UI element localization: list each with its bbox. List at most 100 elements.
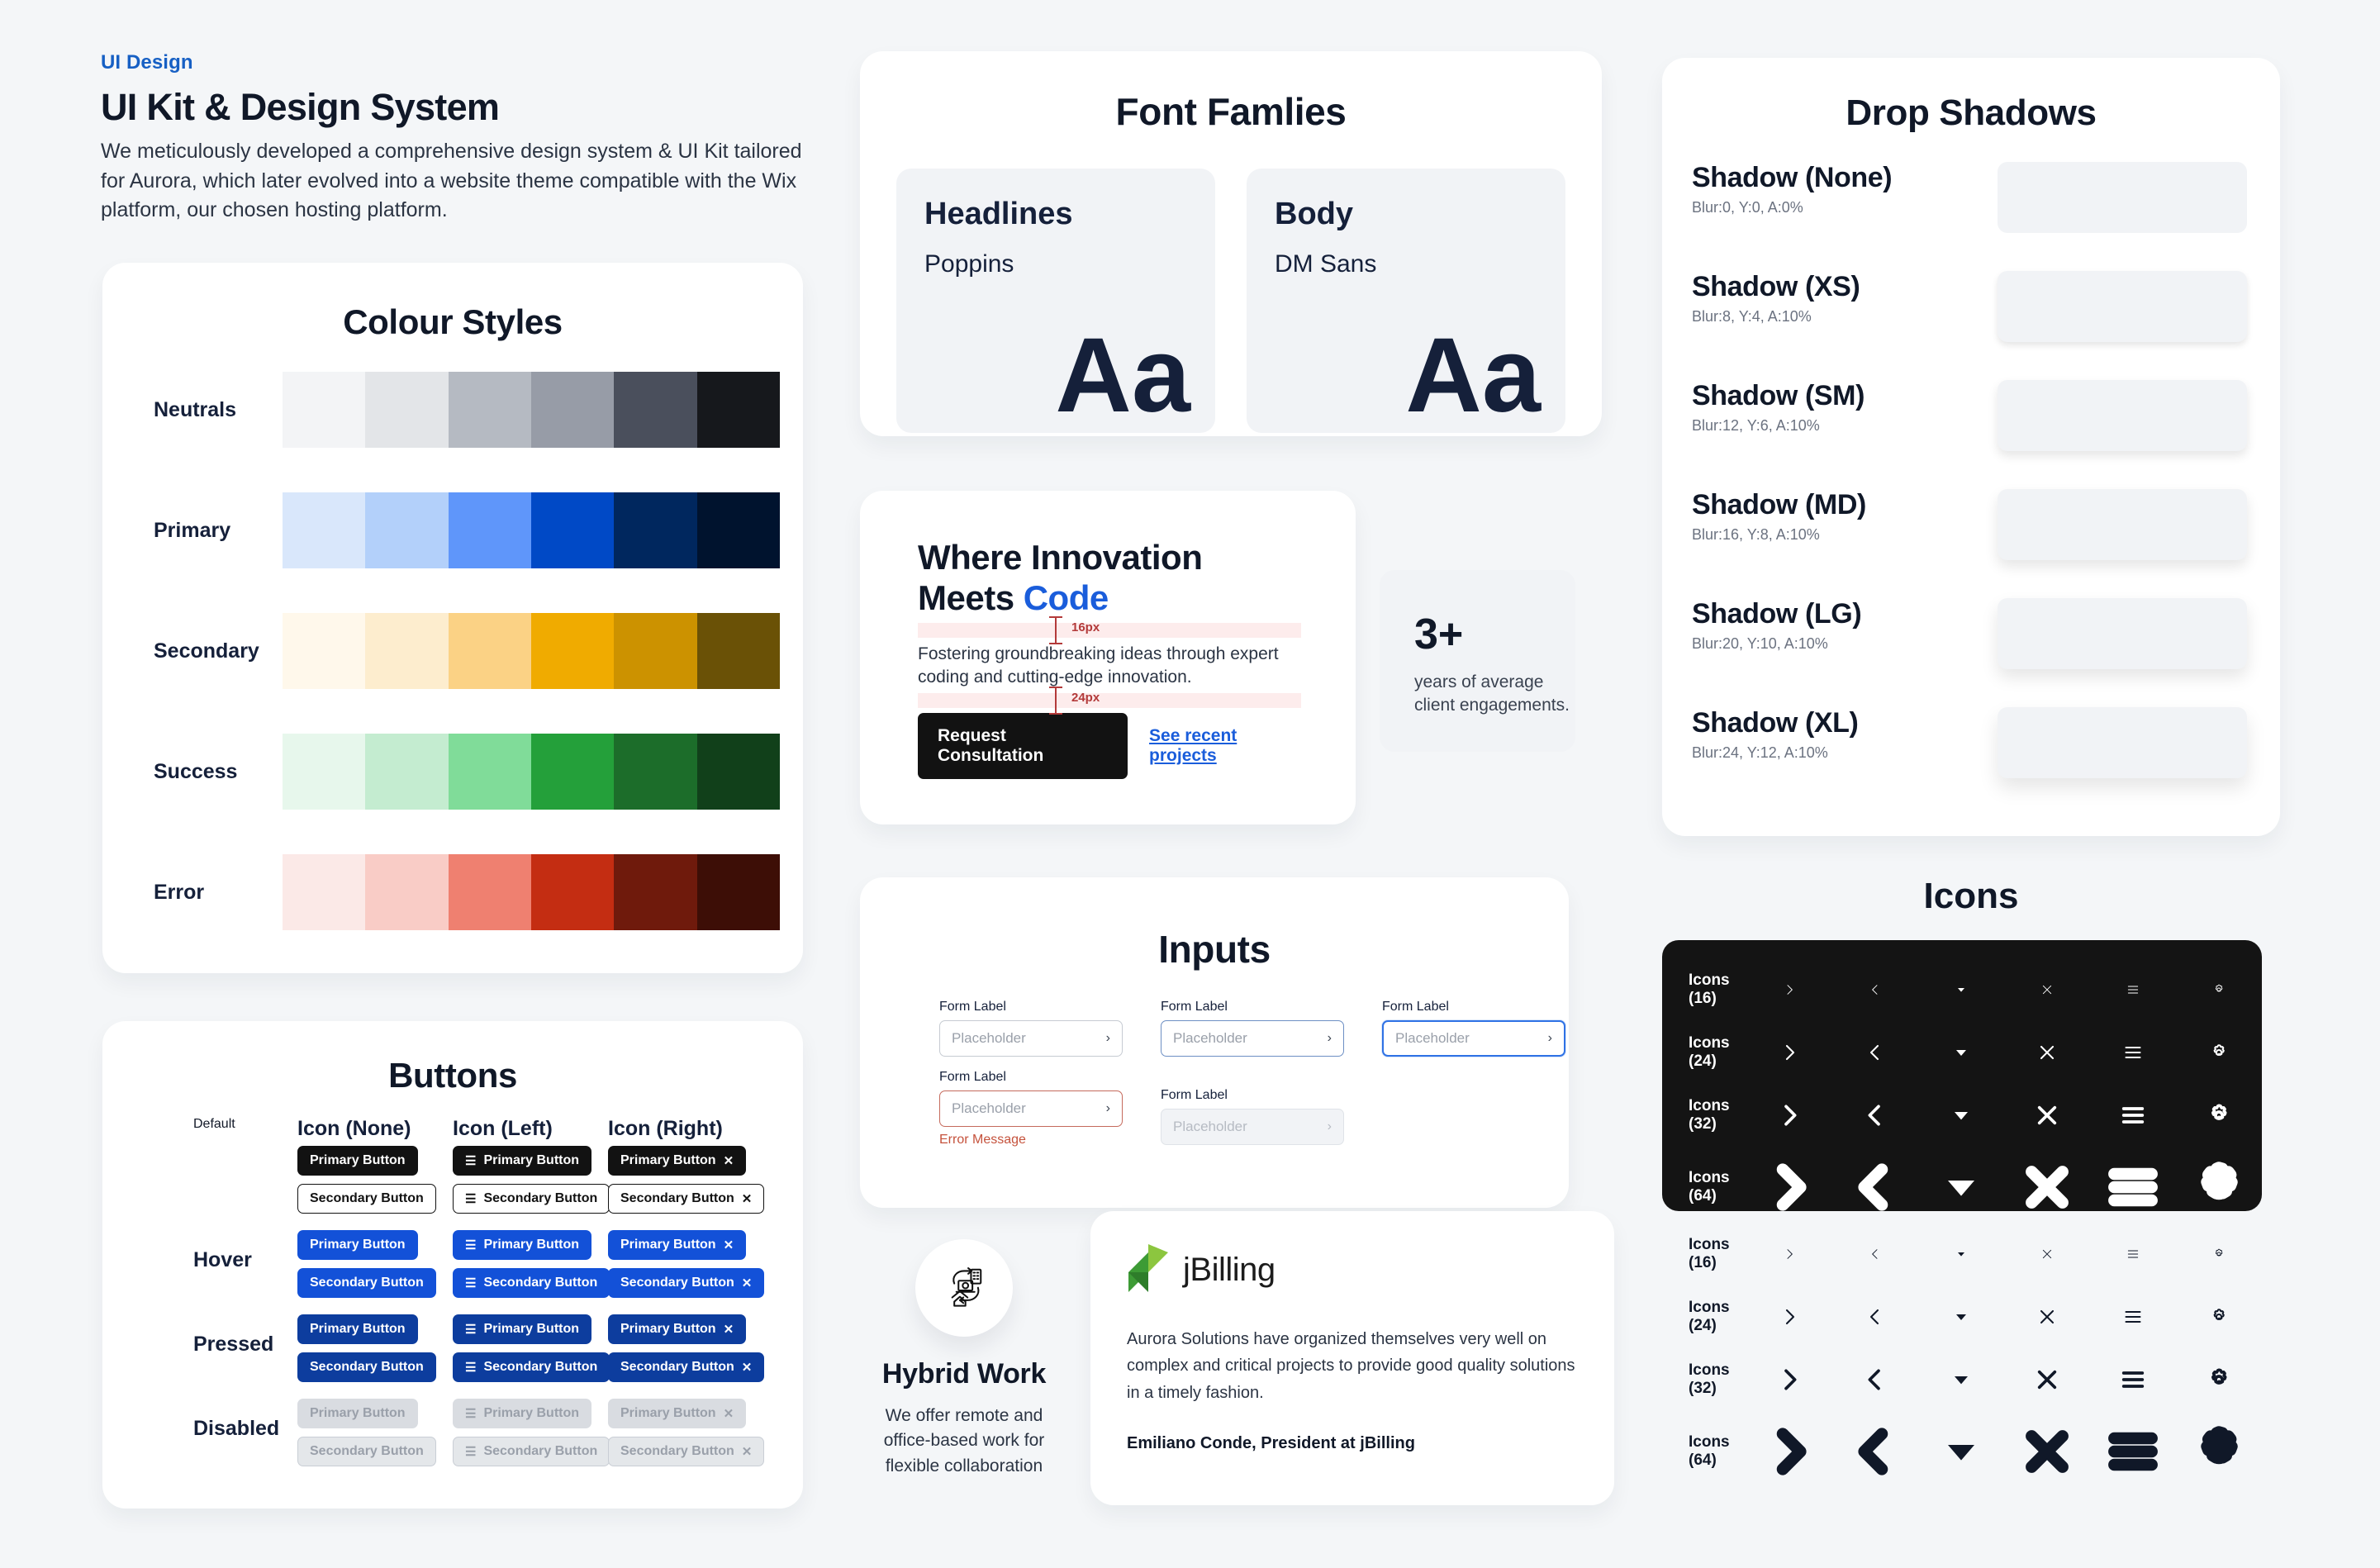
primary-button[interactable]: Primary Button [297,1146,418,1176]
chevron-right-icon: › [1327,1031,1332,1045]
primary-button[interactable]: ☰ Primary Button [453,1230,592,1260]
secondary-button[interactable]: Secondary Button ✕ [608,1352,765,1382]
secondary-button[interactable]: Secondary Button [297,1268,436,1298]
gear-icon[interactable] [2176,983,2262,996]
close-icon[interactable] [2004,1102,2090,1128]
primary-button[interactable]: Primary Button [297,1230,418,1260]
hamburger-icon[interactable] [2090,1043,2176,1062]
spacing-marker-top-label: 16px [1071,620,1100,635]
chevron-right-icon[interactable] [1746,1307,1832,1327]
caret-down-icon[interactable] [1918,983,2004,996]
gear-icon[interactable] [2176,1043,2262,1062]
secondary-button-label: Secondary Button [620,1444,734,1458]
colour-swatch [696,734,780,810]
hamburger-icon: ☰ [465,1276,477,1290]
colour-swatch [283,734,366,810]
secondary-button[interactable]: Secondary Button [297,1352,436,1382]
caret-down-icon[interactable] [1918,1366,2004,1393]
hamburger-icon[interactable] [2090,1102,2176,1128]
secondary-button: ☰ Secondary Button [453,1437,610,1466]
form-field-input[interactable]: Placeholder › [939,1090,1123,1127]
close-icon: ✕ [741,1191,753,1206]
chevron-right-icon[interactable] [1746,1102,1832,1128]
colour-swatch [365,372,449,448]
caret-down-icon[interactable] [1918,1161,2004,1214]
form-field-label: Form Label [1161,1088,1228,1102]
caret-down-icon[interactable] [1918,1043,2004,1062]
form-field-input[interactable]: Placeholder › [1382,1020,1565,1057]
close-icon[interactable] [2004,1366,2090,1393]
chevron-right-icon[interactable] [1746,1161,1832,1214]
caret-down-icon[interactable] [1918,1425,2004,1478]
drop-shadow-preview [1998,489,2247,560]
primary-button[interactable]: Primary Button ✕ [608,1230,747,1260]
primary-button[interactable]: ☰ Primary Button [453,1146,592,1176]
chevron-left-icon[interactable] [1832,1161,1918,1214]
primary-button[interactable]: Primary Button ✕ [608,1146,747,1176]
icon-size-row: Icons (24) [1662,1021,2262,1084]
icon-size-label: Icons (64) [1689,1169,1730,1205]
close-icon: ✕ [723,1406,734,1421]
testimonial-card: jBilling Aurora Solutions have organized… [1090,1211,1614,1505]
buttons-variant-column: Primary Button Secondary Button [297,1314,453,1382]
colour-swatch [283,372,366,448]
icon-size-row: Icons (64) [1662,1147,2262,1228]
close-icon[interactable] [2004,1425,2090,1478]
primary-button[interactable]: Primary Button ✕ [608,1314,747,1344]
chevron-left-icon[interactable] [1832,1102,1918,1128]
buttons-variant-column: Primary Button ✕ Secondary Button ✕ [608,1146,765,1214]
hamburger-icon[interactable] [2090,1425,2176,1478]
gear-icon[interactable] [2176,1425,2262,1478]
icon-cells [1746,1307,2262,1327]
secondary-button[interactable]: ☰ Secondary Button [453,1184,610,1214]
primary-button[interactable]: ☰ Primary Button [453,1314,592,1344]
spacing-marker-top: 16px [918,616,1301,645]
chevron-left-icon[interactable] [1832,1247,1918,1261]
form-field-input[interactable]: Placeholder › [939,1020,1123,1057]
gear-icon[interactable] [2176,1102,2262,1128]
chevron-right-icon[interactable] [1746,1043,1832,1062]
secondary-button[interactable]: ☰ Secondary Button [453,1352,610,1382]
hamburger-icon[interactable] [2090,1161,2176,1214]
caret-down-icon[interactable] [1918,1307,2004,1327]
chevron-right-icon[interactable] [1746,1425,1832,1478]
caret-down-icon[interactable] [1918,1247,2004,1261]
gear-icon[interactable] [2176,1366,2262,1393]
chevron-right-icon[interactable] [1746,983,1832,996]
hamburger-icon[interactable] [2090,1307,2176,1327]
close-icon[interactable] [2004,1043,2090,1062]
close-icon[interactable] [2004,1247,2090,1261]
chevron-left-icon[interactable] [1832,1307,1918,1327]
primary-button-label: Primary Button [483,1238,580,1252]
see-recent-projects-link[interactable]: See recent projects [1149,726,1301,766]
gear-icon[interactable] [2176,1307,2262,1327]
close-icon[interactable] [2004,1307,2090,1327]
chevron-right-icon: › [1547,1031,1552,1045]
hamburger-icon[interactable] [2090,1247,2176,1261]
hamburger-icon[interactable] [2090,983,2176,996]
chevron-left-icon[interactable] [1832,1366,1918,1393]
close-icon[interactable] [2004,983,2090,996]
secondary-button[interactable]: Secondary Button ✕ [608,1268,765,1298]
chevron-left-icon[interactable] [1832,1425,1918,1478]
secondary-button[interactable]: Secondary Button [297,1184,436,1214]
chevron-left-icon[interactable] [1832,983,1918,996]
colour-swatch [365,854,449,930]
form-field-placeholder: Placeholder [952,1100,1026,1116]
chevron-left-icon[interactable] [1832,1043,1918,1062]
chevron-right-icon[interactable] [1746,1366,1832,1393]
secondary-button[interactable]: ☰ Secondary Button [453,1268,610,1298]
request-consultation-button[interactable]: Request Consultation [918,712,1128,779]
close-icon[interactable] [2004,1161,2090,1214]
font-role-label: Body [1275,197,1353,231]
caret-down-icon[interactable] [1918,1102,2004,1128]
close-icon: ✕ [741,1360,753,1375]
gear-icon[interactable] [2176,1247,2262,1261]
gear-icon[interactable] [2176,1161,2262,1214]
hamburger-icon[interactable] [2090,1366,2176,1393]
primary-button[interactable]: Primary Button [297,1314,418,1344]
secondary-button[interactable]: Secondary Button ✕ [608,1184,765,1214]
chevron-right-icon[interactable] [1746,1247,1832,1261]
form-field-input[interactable]: Placeholder › [1161,1020,1344,1057]
icons-dark-panel: Icons (16) Icons (24) Icons (32) Icons (64) [1662,940,2262,1211]
